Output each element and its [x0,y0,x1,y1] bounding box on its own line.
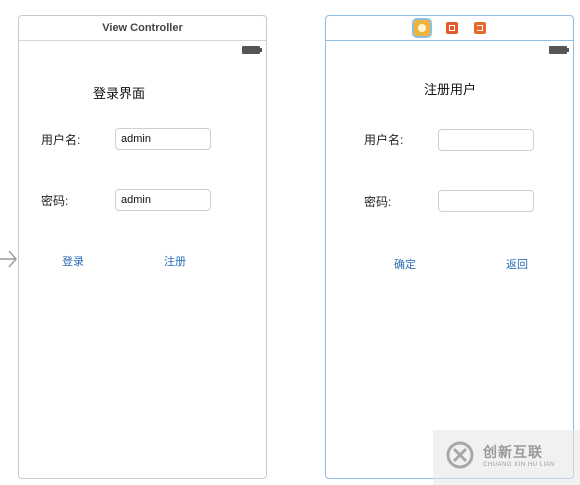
scene-header[interactable]: View Controller [19,16,266,41]
watermark-subtext: CHUANG XIN HU LIAN [483,462,556,468]
confirm-button[interactable]: 确定 [394,256,416,272]
username-field[interactable] [438,129,534,151]
battery-icon [242,46,262,54]
password-label: 密码: [41,194,69,208]
scene-title: View Controller [102,22,183,34]
username-field[interactable] [115,128,211,150]
register-scene[interactable]: 注册用户 用户名: 密码: 确定 返回 [325,15,574,479]
login-button[interactable]: 登录 [62,253,84,269]
register-button[interactable]: 注册 [164,253,186,269]
watermark: 创新互联 CHUANG XIN HU LIAN [433,430,580,485]
password-label: 密码: [364,195,392,209]
exit-icon[interactable] [473,22,486,34]
page-title: 登录界面 [93,86,146,101]
view-controller-icon[interactable] [413,20,430,36]
username-label: 用户名: [41,133,81,147]
back-button[interactable]: 返回 [506,256,528,272]
initial-view-controller-arrow-icon [0,250,17,268]
brand-logo-icon [446,441,474,469]
page-title: 注册用户 [424,82,477,97]
username-label: 用户名: [364,133,404,147]
login-scene[interactable]: View Controller 登录界面 用户名: 密码: 登录 注册 [18,15,267,479]
battery-icon [549,46,569,54]
watermark-text: 创新互联 [483,444,543,460]
password-field[interactable] [115,189,211,211]
password-field[interactable] [438,190,534,212]
scene-dock[interactable] [326,16,573,41]
first-responder-icon[interactable] [445,22,458,34]
